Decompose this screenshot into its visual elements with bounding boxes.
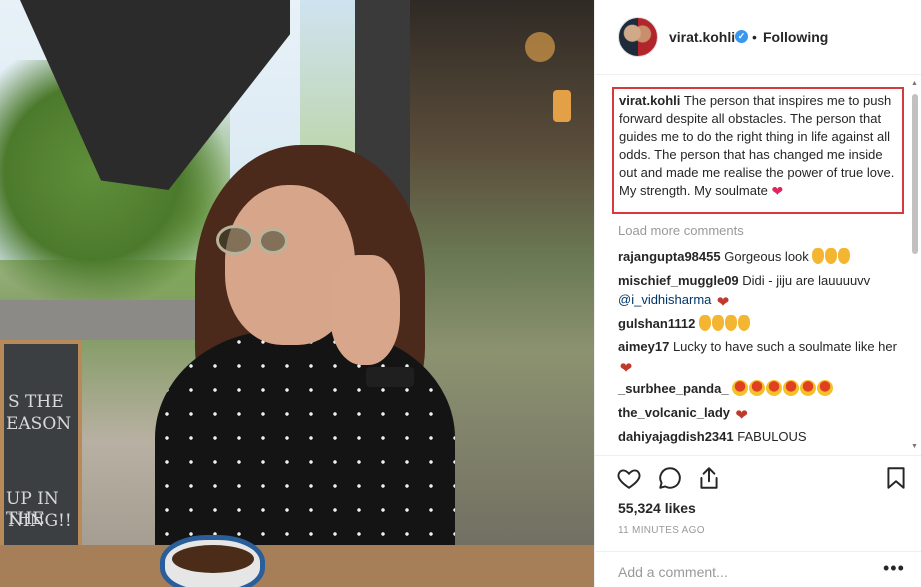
- post-username[interactable]: virat.kohli: [669, 29, 735, 45]
- comment-row: dahiyajagdish2341 FABULOUS: [618, 427, 903, 446]
- sign-line: S THE: [8, 392, 64, 412]
- caption-username[interactable]: virat.kohli: [619, 93, 680, 108]
- post-header: virat.kohli ✓ • Following: [595, 0, 921, 75]
- comment-row: the_volcanic_lady ❤: [618, 403, 903, 424]
- ok-hand-emoji-icon: [838, 248, 851, 264]
- ok-hand-emoji-icon: [711, 315, 724, 331]
- load-more-comments-link[interactable]: Load more comments: [618, 223, 744, 238]
- avatar[interactable]: [618, 17, 658, 57]
- post-photo[interactable]: S THE EASON UP IN THE NING!!: [0, 0, 594, 587]
- share-icon[interactable]: [696, 465, 722, 491]
- heart-icon[interactable]: [616, 465, 642, 491]
- heart-emoji-icon: ❤: [619, 360, 633, 377]
- star-struck-emoji-icon: [766, 380, 783, 396]
- comment-username[interactable]: gulshan1112: [618, 316, 695, 331]
- star-struck-emoji-icon: [749, 380, 766, 396]
- photo-lamp: [553, 90, 571, 122]
- photo-sunglasses: [216, 225, 254, 255]
- comment-mention-link[interactable]: @i_vidhisharma: [618, 292, 711, 307]
- post-timestamp[interactable]: 11 MINUTES AGO: [618, 525, 705, 536]
- ok-hand-emoji-icon: [724, 315, 737, 331]
- comment-username[interactable]: the_volcanic_lady: [618, 405, 730, 420]
- ok-hand-emoji-icon: [698, 315, 711, 331]
- comment-username[interactable]: aimey17: [618, 339, 669, 354]
- comment-username[interactable]: dahiyajagdish2341: [618, 429, 734, 444]
- comment-text: Lucky to have such a soulmate like her: [672, 339, 897, 354]
- scroll-down-arrow-icon[interactable]: ▼: [911, 443, 918, 450]
- post-actions: 55,324 likes 11 MINUTES AGO: [595, 455, 921, 545]
- photo-sunglasses: [258, 228, 288, 254]
- comment-icon[interactable]: [657, 465, 683, 491]
- add-comment-bar: Add a comment... •••: [595, 551, 921, 587]
- comment-username[interactable]: _surbhee_panda_: [618, 381, 729, 396]
- comment-username[interactable]: rajangupta98455: [618, 249, 721, 264]
- star-struck-emoji-icon: [783, 380, 800, 396]
- sign-line: EASON: [6, 414, 72, 434]
- post-side-panel: virat.kohli ✓ • Following virat.kohli Th…: [594, 0, 921, 587]
- caption: virat.kohli The person that inspires me …: [619, 92, 897, 200]
- heart-emoji-icon: ❤: [716, 294, 730, 311]
- photo-lamp-glow: [525, 32, 555, 62]
- separator-dot: •: [752, 29, 757, 45]
- following-button[interactable]: Following: [763, 29, 828, 45]
- scrollbar-thumb[interactable]: [912, 94, 918, 254]
- add-comment-input[interactable]: Add a comment...: [618, 564, 728, 580]
- comment-text: FABULOUS: [737, 429, 807, 444]
- scroll-up-arrow-icon[interactable]: ▲: [911, 80, 918, 87]
- photo-chalkboard-sign: S THE EASON UP IN THE NING!!: [0, 340, 82, 565]
- bookmark-icon[interactable]: [883, 465, 909, 491]
- ok-hand-emoji-icon: [825, 248, 838, 264]
- comment-row: aimey17 Lucky to have such a soulmate li…: [618, 337, 903, 377]
- caption-text: The person that inspires me to push forw…: [619, 93, 895, 198]
- photo-table: [0, 545, 594, 587]
- star-struck-emoji-icon: [817, 380, 834, 396]
- verified-badge-icon: ✓: [735, 30, 748, 43]
- heart-emoji-icon: ❤: [771, 183, 784, 199]
- comment-row: _surbhee_panda_: [618, 379, 903, 398]
- ok-hand-emoji-icon: [812, 248, 825, 264]
- comment-row: gulshan1112: [618, 314, 903, 333]
- comment-row: mischief_muggle09 Didi - jiju are lauuuu…: [618, 271, 903, 311]
- likes-count[interactable]: 55,324 likes: [618, 500, 696, 516]
- comments-scrollbar[interactable]: ▲ ▼: [911, 80, 919, 450]
- sign-line: NING!!: [8, 511, 72, 531]
- comment-text: Gorgeous look: [724, 249, 809, 264]
- comment-row: rajangupta98455 Gorgeous look: [618, 247, 903, 266]
- photo-person-hand: [330, 255, 400, 365]
- ok-hand-emoji-icon: [737, 315, 750, 331]
- caption-highlight: virat.kohli The person that inspires me …: [612, 87, 904, 214]
- star-struck-emoji-icon: [800, 380, 817, 396]
- star-struck-emoji-icon: [732, 380, 749, 396]
- photo-watch: [366, 367, 414, 387]
- photo-coffee: [172, 545, 254, 573]
- comments-list[interactable]: virat.kohli The person that inspires me …: [595, 76, 921, 454]
- more-options-icon[interactable]: •••: [883, 558, 905, 579]
- comment-username[interactable]: mischief_muggle09: [618, 273, 739, 288]
- heart-emoji-icon: ❤: [735, 407, 748, 424]
- comment-text: Didi - jiju are lauuuuvv: [742, 273, 871, 288]
